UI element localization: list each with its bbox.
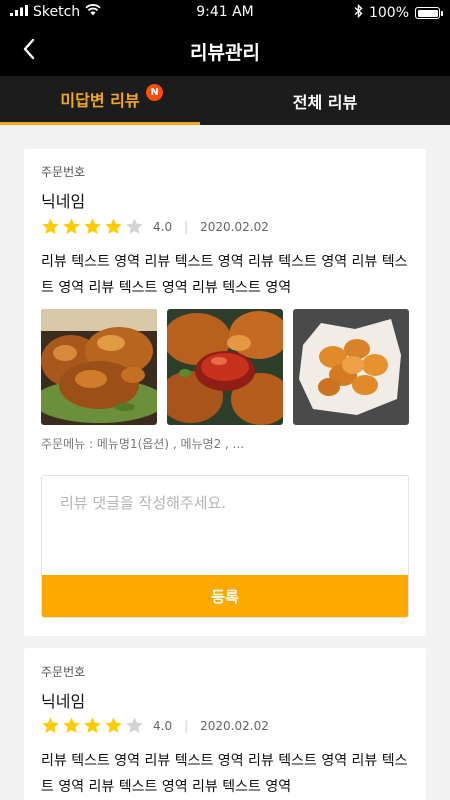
star-filled-icon [84, 218, 101, 235]
tab-bar: 미답변 리뷰 N 전체 리뷰 [0, 76, 450, 125]
order-number-label: 주문번호 [41, 665, 86, 679]
review-text: 리뷰 텍스트 영역 리뷰 텍스트 영역 리뷰 텍스트 영역 리뷰 텍스트 영역 … [41, 254, 408, 296]
star-empty-icon [126, 717, 143, 734]
review-text: 리뷰 텍스트 영역 리뷰 텍스트 영역 리뷰 텍스트 영역 리뷰 텍스트 영역 … [41, 753, 408, 795]
order-number-label: 주문번호 [41, 165, 86, 179]
chicken-bites-photo [293, 309, 409, 425]
status-right: 100% [354, 3, 443, 22]
reviewer-nickname: 닉네임 [41, 192, 86, 211]
tab-unanswered-reviews[interactable]: 미답변 리뷰 N [0, 76, 200, 125]
rating-row: 4.0 | 2020.02.02 [41, 217, 269, 236]
review-photo[interactable] [167, 309, 283, 425]
rating-value: 4.0 [153, 718, 173, 733]
rating-value: 4.0 [153, 219, 173, 234]
divider: | [184, 219, 189, 234]
fried-chicken-photo [41, 309, 157, 425]
rating-row: 4.0 | 2020.02.02 [41, 716, 269, 735]
review-date: 2020.02.02 [200, 219, 269, 234]
star-filled-icon [84, 717, 101, 734]
divider: | [184, 718, 189, 733]
star-filled-icon [42, 218, 59, 235]
review-comment-input[interactable] [42, 476, 408, 576]
review-card: 주문번호 닉네임 4.0 | 2020.02.02 리뷰 텍스트 영역 리뷰 텍… [24, 149, 426, 636]
battery-icon [415, 7, 443, 19]
chicken-sauce-photo [167, 309, 283, 425]
nav-bar: 리뷰관리 [0, 26, 450, 76]
review-date: 2020.02.02 [200, 718, 269, 733]
page-title: 리뷰관리 [190, 42, 260, 64]
comment-box: 등록 [41, 475, 409, 618]
review-card: 주문번호 닉네임 4.0 | 2020.02.02 리뷰 텍스트 영역 리뷰 텍… [24, 648, 426, 800]
bluetooth-icon [354, 3, 363, 22]
star-filled-icon [63, 717, 80, 734]
review-photo[interactable] [293, 309, 409, 425]
star-filled-icon [63, 218, 80, 235]
review-photo[interactable] [41, 309, 157, 425]
tab-label: 미답변 리뷰 [60, 91, 140, 110]
submit-comment-button[interactable]: 등록 [42, 575, 408, 617]
star-filled-icon [42, 717, 59, 734]
star-empty-icon [126, 218, 143, 235]
star-filled-icon [105, 717, 122, 734]
star-filled-icon [105, 218, 122, 235]
status-bar: Sketch 9:41 AM 100% [0, 0, 450, 26]
battery-percent: 100% [368, 5, 409, 21]
tab-label: 전체 리뷰 [292, 92, 358, 112]
reviewer-nickname: 닉네임 [41, 692, 86, 711]
order-menu-text: 주문메뉴 : 메뉴명1(옵션) , 메뉴명2 , ... [41, 437, 245, 451]
tab-all-reviews[interactable]: 전체 리뷰 [200, 76, 450, 125]
new-badge: N [146, 84, 163, 101]
